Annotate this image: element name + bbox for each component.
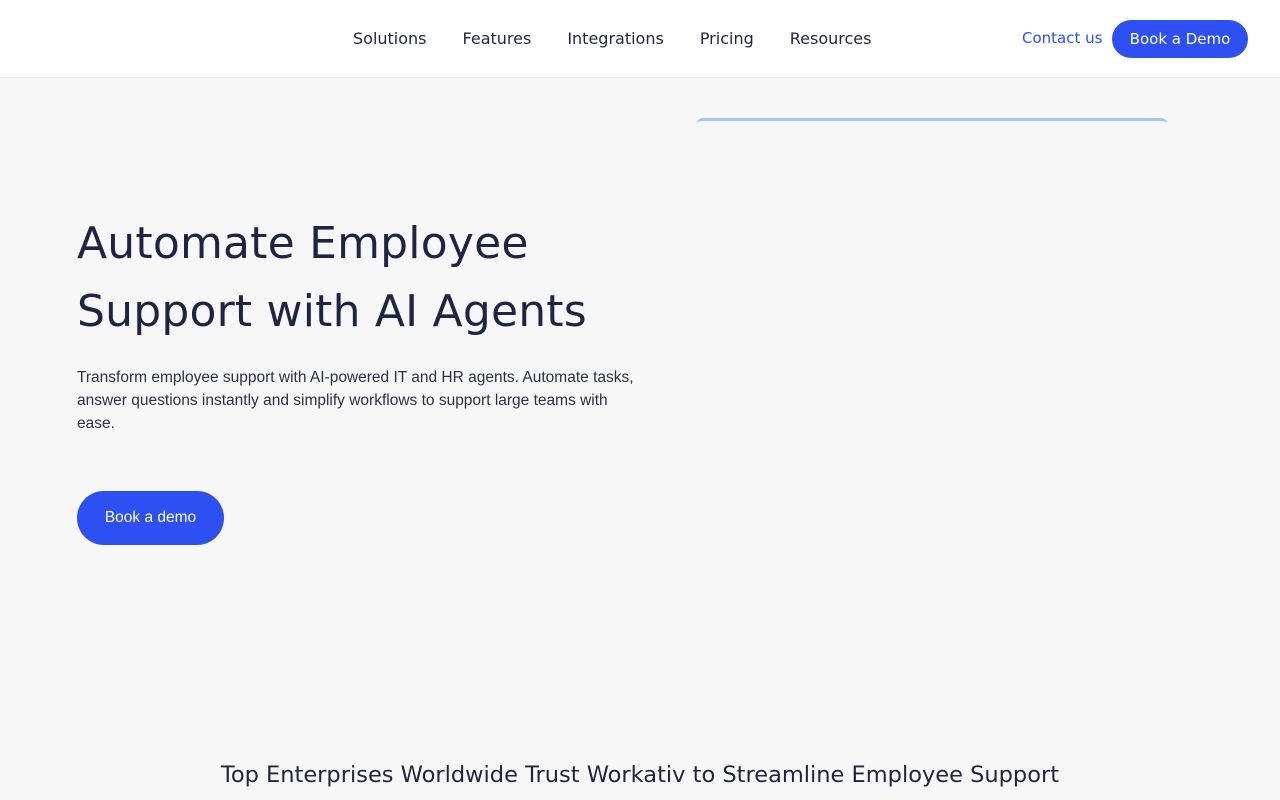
book-demo-hero-button[interactable]: Book a demo <box>77 491 224 545</box>
nav-resources[interactable]: Resources <box>772 0 890 78</box>
hero-title: Automate Employee Support with AI Agents <box>77 210 637 346</box>
nav-solutions[interactable]: Solutions <box>335 0 445 78</box>
book-demo-header-button[interactable]: Book a Demo <box>1112 20 1248 58</box>
hero-media-frame <box>697 118 1167 124</box>
trust-heading: Top Enterprises Worldwide Trust Workativ… <box>220 762 1060 788</box>
hero-description: Transform employee support with AI-power… <box>77 369 634 432</box>
site-header: Solutions Features Integrations Pricing … <box>0 0 1280 78</box>
hero-title-line-2: Support with AI Agents <box>77 286 587 337</box>
nav-integrations[interactable]: Integrations <box>549 0 682 78</box>
contact-us-link[interactable]: Contact us <box>1022 29 1102 47</box>
nav-pricing[interactable]: Pricing <box>682 0 772 78</box>
hero-title-line-1: Automate Employee <box>77 218 529 269</box>
main-nav: Solutions Features Integrations Pricing … <box>335 0 889 78</box>
nav-features[interactable]: Features <box>445 0 550 78</box>
